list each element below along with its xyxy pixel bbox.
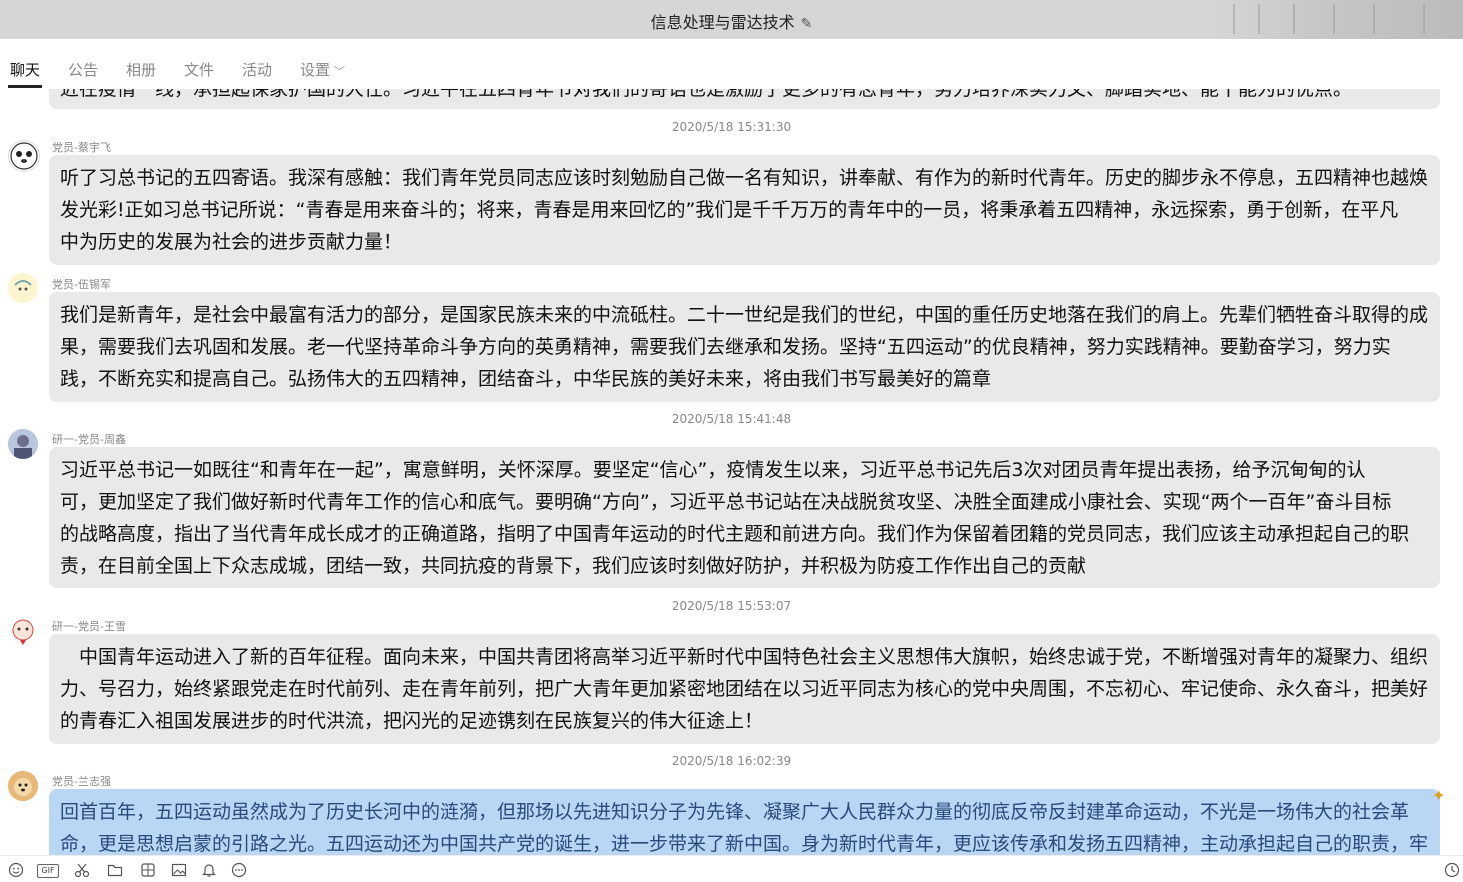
active-tab-indicator <box>8 85 42 88</box>
sender-name: 研一-党员-周鑫 <box>52 433 126 446</box>
message-line: 践，不断充实和提高自己。弘扬伟大的五四精神，团结奋斗，中华民族的美好未来，将由我… <box>60 368 992 390</box>
avatar[interactable] <box>8 429 38 459</box>
sticker-icon: ✦ <box>1432 786 1446 805</box>
sender-name: 党员-伍锡军 <box>52 278 111 291</box>
message-bubble: 习近平总书记一如既往“和青年在一起”，寓意鲜明，关怀深厚。要坚定“信心”，疫情发… <box>49 447 1440 588</box>
sender-name: 党员-兰志强 <box>52 775 111 788</box>
scissors-icon[interactable] <box>74 862 90 878</box>
bell-icon[interactable] <box>201 862 217 878</box>
message-timestamp: 2020/5/18 16:02:39 <box>671 754 792 768</box>
message-timestamp: 2020/5/18 15:53:07 <box>671 599 792 613</box>
dog-avatar-icon <box>8 771 38 801</box>
message-line: 中国青年运动进入了新的百年征程。面向未来，中国共青团将高举习近平新时代中国特色社… <box>60 646 1429 668</box>
more-icon[interactable] <box>231 862 247 878</box>
edit-icon[interactable]: ✎ <box>801 16 813 32</box>
tab-files[interactable]: 文件 <box>184 59 214 80</box>
tab-activity[interactable]: 活动 <box>242 59 272 80</box>
message-line: 命，更是思想启蒙的引路之光。五四运动还为中国共产党的诞生，进一步带来了新中国。身… <box>60 833 1429 855</box>
avatar[interactable] <box>8 616 38 646</box>
message-line: 回首百年，五四运动虽然成为了历史长河中的涟漪，但那场以先进知识分子为先锋、凝聚广… <box>60 801 1410 823</box>
message-bubble: 我们是新青年，是社会中最富有活力的部分，是国家民族未来的中流砥柱。二十一世纪是我… <box>49 292 1440 402</box>
message-line: 的青春汇入祖国发展进步的时代洪流，把闪光的足迹镌刻在民族复兴的伟大征途上！ <box>60 710 764 732</box>
message-bubble: 中国青年运动进入了新的百年征程。面向未来，中国共青团将高举习近平新时代中国特色社… <box>49 634 1440 744</box>
tab-album[interactable]: 相册 <box>126 59 156 80</box>
message-timestamp: 2020/5/18 15:31:30 <box>671 120 792 134</box>
cartoon-avatar-icon <box>9 274 37 302</box>
history-icon[interactable] <box>1444 862 1460 878</box>
sticker-pack-icon[interactable] <box>140 862 156 878</box>
tab-chat[interactable]: 聊天 <box>10 59 40 80</box>
message-bubble-selected: 回首百年，五四运动虽然成为了历史长河中的涟漪，但那场以先进知识分子为先锋、凝聚广… <box>49 789 1440 855</box>
sender-name: 党员-蔡宇飞 <box>52 141 111 154</box>
chevron-down-icon: ﹀ <box>334 65 346 78</box>
emoji-icon[interactable] <box>8 862 24 878</box>
window-title: 信息处理与雷达技术 <box>650 13 795 32</box>
message-line: 果，需要我们去巩固和发展。老一代坚持革命斗争方向的英勇精神，需要我们去继承和发扬… <box>60 336 1391 358</box>
avatar[interactable] <box>8 140 40 172</box>
panda-avatar-icon <box>10 142 38 170</box>
cartoon-avatar-icon <box>12 619 34 645</box>
message-bubble-partial: 近在疫情一线，承担起保家护国的大任。习近平在五四青年节对我们的寄语也是激励了更多… <box>49 89 1440 109</box>
photo-avatar-icon <box>8 429 38 459</box>
tab-settings[interactable]: 设置 ﹀ <box>300 59 345 80</box>
message-line: 力、号召力，始终紧跟党走在时代前列、走在青年前列，把广大青年更加紧密地团结在以习… <box>60 678 1429 700</box>
message-line: 听了习总书记的五四寄语。我深有感触：我们青年党员同志应该时刻勉励自己做一名有知识… <box>60 167 1429 189</box>
input-toolbar: GIF <box>0 855 1463 882</box>
message-line: 我们是新青年，是社会中最富有活力的部分，是国家民族未来的中流砥柱。二十一世纪是我… <box>60 304 1429 326</box>
message-line: 责，在目前全国上下众志成城，团结一致，共同抗疫的背景下，我们应该时刻做好防护，并… <box>60 555 1087 577</box>
message-line: 发光彩!正如习总书记所说：“青春是用来奋斗的；将来，青春是用来回忆的”我们是千千… <box>60 199 1399 221</box>
message-bubble: 听了习总书记的五四寄语。我深有感触：我们青年党员同志应该时刻勉励自己做一名有知识… <box>49 155 1440 265</box>
avatar[interactable] <box>8 771 38 801</box>
sender-name: 研一-党员-王雪 <box>52 620 126 633</box>
tab-announcement[interactable]: 公告 <box>68 59 98 80</box>
chat-area[interactable]: 近在疫情一线，承担起保家护国的大任。习近平在五四青年节对我们的寄语也是激励了更多… <box>0 89 1463 855</box>
message-timestamp: 2020/5/18 15:41:48 <box>671 412 792 426</box>
folder-icon[interactable] <box>107 862 123 878</box>
message-line: 的战略高度，指出了当代青年成长成才的正确道路，指明了中国青年运动的时代主题和前进… <box>60 523 1410 545</box>
tab-bar: 聊天 公告 相册 文件 活动 设置 ﹀ <box>0 39 1463 89</box>
tab-settings-label: 设置 <box>300 61 331 79</box>
message-line: 习近平总书记一如既往“和青年在一起”，寓意鲜明，关怀深厚。要坚定“信心”，疫情发… <box>60 459 1366 481</box>
gif-icon[interactable]: GIF <box>37 864 59 878</box>
image-icon[interactable] <box>171 862 187 878</box>
message-line: 中为历史的发展为社会的进步贡献力量！ <box>60 231 403 253</box>
title-background-decoration <box>1213 0 1463 39</box>
message-line: 可，更加坚定了我们做好新时代青年工作的信心和底气。要明确“方向”，习近平总书记站… <box>60 491 1392 513</box>
title-bar: 信息处理与雷达技术 ✎ <box>0 0 1463 39</box>
avatar[interactable] <box>8 273 38 303</box>
